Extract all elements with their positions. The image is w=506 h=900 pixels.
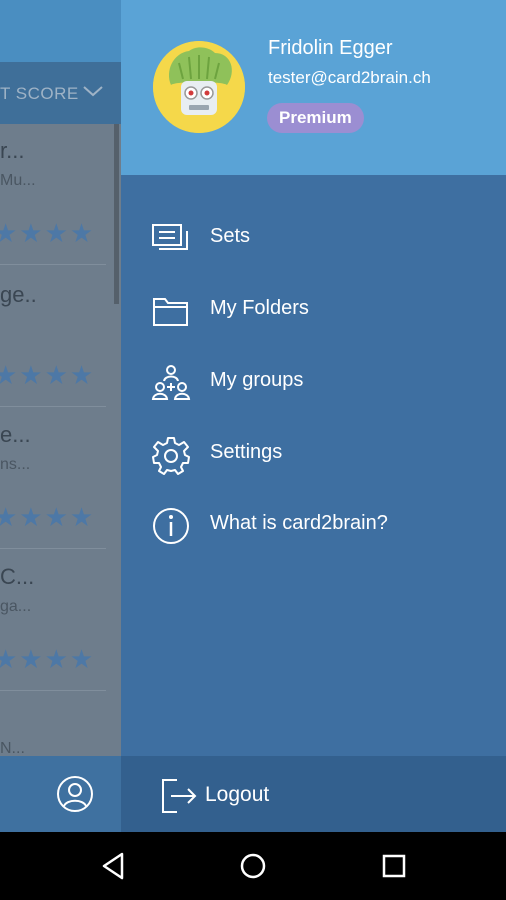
- background-app-bar: [0, 0, 121, 62]
- menu-item-my-folders[interactable]: My Folders: [121, 279, 506, 339]
- list-item[interactable]: r... Mu... ★★★★: [0, 124, 121, 266]
- info-icon: [153, 508, 189, 544]
- divider: [0, 264, 106, 265]
- robot-avatar-icon: [153, 41, 245, 133]
- logout-button[interactable]: Logout: [121, 756, 506, 832]
- navigation-drawer: Fridolin Egger tester@card2brain.ch Prem…: [121, 0, 506, 832]
- recents-icon[interactable]: [377, 849, 411, 883]
- menu-item-what-is-card2brain[interactable]: What is card2brain?: [121, 494, 506, 554]
- background-list: r... Mu... ★★★★ ge.. ★★★★ e... ns... ★★★…: [0, 124, 121, 757]
- list-item-title: C...: [0, 564, 35, 589]
- divider: [0, 406, 106, 407]
- menu-item-label: Sets: [210, 225, 251, 247]
- list-item-title: e...: [0, 422, 31, 447]
- folder-icon: [153, 298, 188, 326]
- list-item-subtitle: ga...: [0, 598, 32, 615]
- sort-label: T SCORE: [0, 84, 79, 103]
- group-icon: [151, 365, 191, 400]
- list-item[interactable]: C... ga... ★★★★: [0, 550, 121, 692]
- list-item-subtitle: Mu...: [0, 172, 36, 189]
- rating-stars: ★★★★: [0, 644, 96, 674]
- list-item[interactable]: ge.. ★★★★: [0, 266, 121, 408]
- user-name: Fridolin Egger: [268, 37, 393, 59]
- rating-stars: ★★★★: [0, 218, 96, 248]
- premium-badge: Premium: [267, 103, 364, 133]
- user-email: tester@card2brain.ch: [268, 68, 431, 87]
- scrollbar[interactable]: [114, 124, 119, 304]
- list-item[interactable]: e... ns... ★★★★: [0, 408, 121, 550]
- home-icon[interactable]: [236, 849, 270, 883]
- menu-item-my-groups[interactable]: My groups: [121, 351, 506, 411]
- background-sort-bar[interactable]: T SCORE: [0, 62, 121, 124]
- menu-item-label: What is card2brain?: [210, 512, 388, 534]
- avatar[interactable]: [153, 41, 245, 133]
- logout-label: Logout: [205, 783, 270, 806]
- menu-item-label: My groups: [210, 369, 304, 391]
- list-item-title: ge..: [0, 282, 37, 307]
- drawer-header: Fridolin Egger tester@card2brain.ch Prem…: [121, 0, 506, 175]
- menu-item-label: My Folders: [210, 297, 309, 319]
- logout-icon: [162, 779, 197, 813]
- menu-item-label: Settings: [210, 441, 283, 463]
- divider: [0, 690, 106, 691]
- divider: [0, 548, 106, 549]
- background-bottom-bar: [0, 756, 121, 832]
- menu-item-sets[interactable]: Sets: [121, 207, 506, 267]
- cards-icon: [152, 224, 188, 250]
- back-icon[interactable]: [96, 849, 130, 883]
- menu-item-settings[interactable]: Settings: [121, 423, 506, 483]
- profile-icon[interactable]: [56, 775, 94, 813]
- rating-stars: ★★★★: [0, 360, 96, 390]
- list-item-title: r...: [0, 138, 25, 163]
- system-navigation-bar: [0, 832, 506, 900]
- list-item-subtitle: ns...: [0, 456, 31, 473]
- rating-stars: ★★★★: [0, 502, 96, 532]
- chevron-down-icon: [83, 86, 103, 97]
- background-content: T SCORE r... Mu... ★★★★ ge.. ★★★★ e... n…: [0, 0, 121, 832]
- gear-icon: [152, 437, 190, 475]
